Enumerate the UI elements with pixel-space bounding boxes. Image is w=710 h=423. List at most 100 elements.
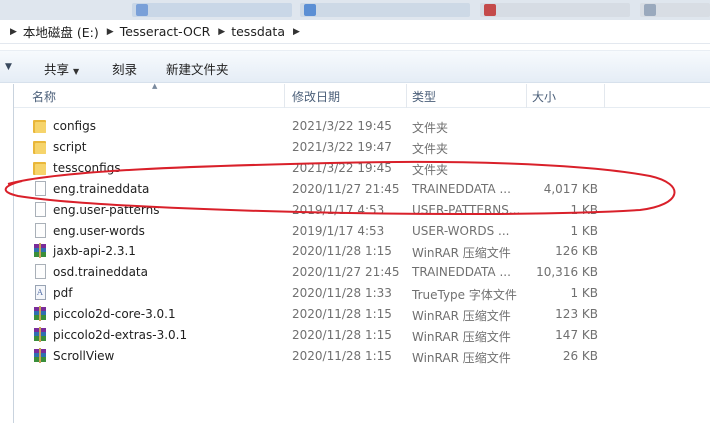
breadcrumb-item-tessdata[interactable]: tessdata	[231, 24, 285, 39]
font-icon: A	[33, 285, 47, 301]
file-modified: 2021/3/22 19:47	[292, 139, 392, 154]
column-header-type[interactable]: 类型	[412, 88, 436, 105]
winrar-icon	[33, 327, 47, 343]
file-type: 文件夹	[412, 162, 449, 177]
browser-tab-strip	[0, 0, 710, 20]
file-row[interactable]: osd.traineddata 2020/11/27 21:45 TRAINEDDA…	[14, 262, 710, 283]
share-button-label: 共享	[44, 62, 70, 77]
column-divider[interactable]	[406, 84, 407, 108]
sort-ascending-icon: ▲	[152, 82, 158, 90]
file-row[interactable]: eng.user-patterns 2019/1/17 4:53 USER-PATT…	[14, 200, 710, 221]
column-header-name[interactable]: 名称	[32, 88, 56, 105]
file-size: 10,316 KB	[536, 265, 598, 280]
dropdown-arrow-icon: ▼	[73, 67, 80, 76]
file-size: 1 KB	[570, 286, 598, 301]
file-modified: 2020/11/28 1:15	[292, 328, 392, 342]
file-row[interactable]: tessconfigs 2021/3/22 19:45 文件夹	[14, 158, 710, 179]
document-icon	[33, 201, 47, 218]
file-row[interactable]: jaxb-api-2.3.1 2020/11/28 1:15 WinRAR 压缩文件…	[14, 241, 710, 262]
file-name: script	[53, 139, 87, 154]
file-size: 1 KB	[570, 223, 598, 238]
column-divider[interactable]	[526, 84, 527, 108]
folder-icon	[33, 118, 47, 134]
file-name: eng.user-words	[53, 223, 145, 238]
file-modified: 2020/11/28 1:15	[292, 307, 392, 322]
burn-button[interactable]: 刻录	[112, 59, 137, 78]
breadcrumb-item-tesseract[interactable]: Tesseract-OCR	[120, 24, 211, 39]
file-type: WinRAR 压缩文件	[412, 350, 511, 365]
file-type: TrueType 字体文件	[412, 288, 517, 303]
file-type: WinRAR 压缩文件	[412, 309, 511, 324]
folder-icon	[33, 139, 47, 155]
folder-icon	[33, 160, 47, 176]
chevron-right-icon[interactable]: ▶	[10, 27, 17, 37]
share-button[interactable]: 共享 ▼	[44, 59, 79, 78]
column-divider[interactable]	[604, 84, 605, 108]
file-type: WinRAR 压缩文件	[412, 246, 511, 261]
winrar-icon	[33, 306, 47, 322]
browser-tab[interactable]	[132, 3, 292, 17]
file-list-pane: ▲ 名称 修改日期 类型 大小 configs 2021/3/22 19:45 文件…	[13, 82, 710, 423]
tab-favicon	[644, 4, 656, 16]
browser-tab[interactable]	[300, 3, 470, 17]
file-size: 4,017 KB	[543, 181, 598, 196]
file-type: 文件夹	[412, 121, 449, 135]
chevron-right-icon[interactable]: ▶	[107, 27, 114, 37]
file-name: osd.traineddata	[53, 265, 148, 280]
document-icon	[33, 222, 47, 239]
breadcrumb-item-drive[interactable]: 本地磁盘 (E:)	[23, 22, 99, 41]
file-name: configs	[53, 119, 96, 133]
file-name: eng.user-patterns	[53, 202, 160, 217]
file-modified: 2021/3/22 19:45	[292, 119, 392, 133]
file-modified: 2020/11/27 21:45	[292, 265, 400, 280]
file-row[interactable]: configs 2021/3/22 19:45 文件夹	[14, 116, 710, 137]
column-header-modified[interactable]: 修改日期	[292, 88, 340, 105]
column-header-size[interactable]: 大小	[532, 88, 556, 105]
file-row[interactable]: piccolo2d-extras-3.0.1 2020/11/28 1:15 Win…	[14, 325, 710, 346]
chevron-right-icon[interactable]: ▶	[218, 27, 225, 37]
file-type: TRAINEDDATA ...	[412, 181, 511, 196]
file-size: 1 KB	[570, 202, 598, 217]
file-name: piccolo2d-core-3.0.1	[53, 307, 176, 322]
file-row[interactable]: piccolo2d-core-3.0.1 2020/11/28 1:15 WinRA…	[14, 304, 710, 325]
file-name: eng.traineddata	[53, 181, 150, 196]
tab-favicon	[136, 4, 148, 16]
file-name: pdf	[53, 286, 73, 301]
file-row[interactable]: eng.user-words 2019/1/17 4:53 USER-WORDS .…	[14, 221, 710, 242]
file-modified: 2020/11/28 1:33	[292, 286, 392, 301]
document-icon	[33, 180, 47, 197]
column-divider[interactable]	[284, 84, 285, 108]
document-icon	[33, 264, 47, 280]
command-toolbar: ▼ 共享 ▼ 刻录 新建文件夹	[0, 50, 710, 83]
file-modified: 2019/1/17 4:53	[292, 202, 385, 217]
file-modified: 2021/3/22 19:45	[292, 160, 392, 175]
file-size: 147 KB	[555, 328, 598, 342]
tab-favicon	[484, 4, 496, 16]
file-size: 126 KB	[555, 244, 598, 259]
browser-tab[interactable]	[480, 3, 630, 17]
address-bar[interactable]: ▶ 本地磁盘 (E:) ▶ Tesseract-OCR ▶ tessdata ▶	[0, 20, 710, 44]
file-row[interactable]: script 2021/3/22 19:47 文件夹	[14, 137, 710, 158]
file-modified: 2019/1/17 4:53	[292, 223, 385, 238]
file-type: TRAINEDDATA ...	[412, 265, 511, 280]
new-folder-button[interactable]: 新建文件夹	[166, 59, 229, 78]
file-row[interactable]: Apdf 2020/11/28 1:33 TrueType 字体文件 1 KB	[14, 283, 710, 304]
file-modified: 2020/11/28 1:15	[292, 348, 392, 363]
chevron-right-icon[interactable]: ▶	[293, 27, 300, 37]
file-type: USER-WORDS ...	[412, 223, 510, 238]
tab-favicon	[304, 4, 316, 16]
file-size: 123 KB	[555, 307, 598, 322]
file-row[interactable]: eng.traineddata 2020/11/27 21:45 TRAINEDDA…	[14, 179, 710, 200]
file-type: WinRAR 压缩文件	[412, 330, 511, 344]
file-name: jaxb-api-2.3.1	[53, 244, 136, 259]
file-type: USER-PATTERNS...	[412, 202, 521, 217]
file-name: piccolo2d-extras-3.0.1	[53, 328, 188, 342]
file-modified: 2020/11/27 21:45	[292, 181, 400, 196]
file-row[interactable]: ScrollView 2020/11/28 1:15 WinRAR 压缩文件 26 K…	[14, 346, 710, 367]
column-header-row: ▲ 名称 修改日期 类型 大小	[14, 82, 710, 108]
chevron-down-icon[interactable]: ▼	[5, 62, 12, 72]
winrar-icon	[33, 347, 47, 364]
winrar-icon	[33, 243, 47, 259]
file-name: ScrollView	[53, 348, 115, 363]
file-type: 文件夹	[412, 141, 449, 156]
